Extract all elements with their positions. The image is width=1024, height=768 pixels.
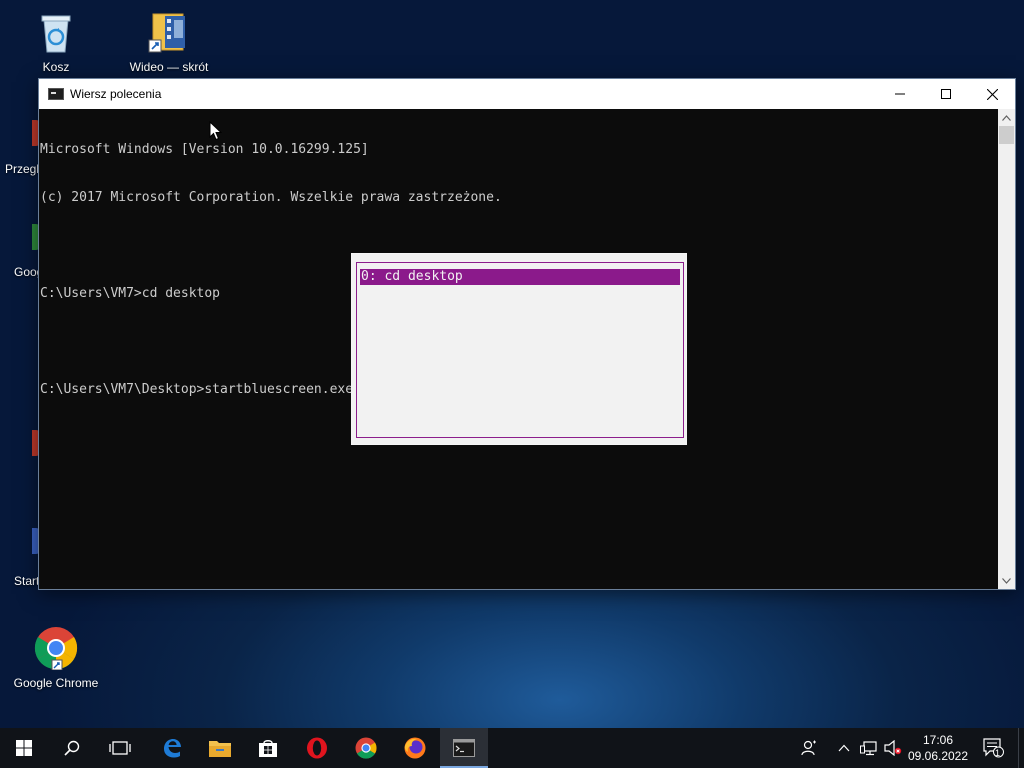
chevron-up-icon [1002,114,1011,121]
task-view-icon [109,741,131,755]
taskbar-firefox[interactable] [391,728,439,768]
desktop-icon-chrome[interactable]: Google Chrome [11,626,101,690]
chevron-down-icon [1002,577,1011,584]
scroll-thumb[interactable] [999,126,1014,144]
taskbar-chrome[interactable] [342,728,390,768]
show-desktop-button[interactable] [1018,728,1024,768]
command-history-popup[interactable]: 0: cd desktop [351,253,687,445]
taskbar-store[interactable] [244,728,292,768]
maximize-icon [941,89,951,99]
video-folder-shortcut-icon [147,10,191,54]
firefox-icon [404,737,426,759]
search-icon [64,740,80,756]
edge-icon [164,739,181,758]
people-icon [801,740,816,756]
partial-desktop-label: Przegl [5,162,40,176]
system-clock[interactable]: 17:06 09.06.2022 [904,732,972,764]
history-list-frame: 0: cd desktop [356,262,684,438]
desktop-icon-recycle-bin[interactable]: Kosz [11,10,101,74]
store-icon [259,740,277,757]
desktop-icon-video-shortcut[interactable]: Wideo — skrót [124,10,214,74]
chevron-up-icon [838,744,850,752]
volume-button[interactable] [882,728,904,768]
clock-date: 09.06.2022 [907,749,969,763]
desktop-icon-label: Wideo — skrót [129,60,209,74]
action-center-button[interactable]: 1 [980,728,1008,768]
start-icon [16,740,32,756]
mouse-cursor-icon [209,121,223,141]
window-title: Wiersz polecenia [70,87,162,101]
vertical-scrollbar[interactable] [998,109,1015,589]
people-button[interactable] [796,728,822,768]
scroll-down-button[interactable] [998,572,1015,589]
opera-icon [307,737,327,759]
search-button[interactable] [48,728,96,768]
title-bar[interactable]: Wiersz polecenia [39,79,1015,109]
close-icon [986,88,998,100]
scroll-up-button[interactable] [998,109,1015,126]
console-line: (c) 2017 Microsoft Corporation. Wszelkie… [40,190,502,205]
command-prompt-icon [453,739,475,757]
taskbar-edge[interactable] [148,728,196,768]
show-hidden-icons-button[interactable] [834,728,854,768]
maximize-button[interactable] [923,79,969,109]
network-icon [860,741,877,756]
start-button[interactable] [0,728,48,768]
partial-desktop-label: Start [14,574,40,588]
command-prompt-window[interactable]: Wiersz polecenia Microsoft Windows [Vers… [38,78,1016,590]
minimize-icon [895,93,905,95]
chrome-icon [355,737,377,759]
taskbar: 17:06 09.06.2022 1 [0,728,1024,768]
desktop-icon-label: Kosz [42,60,70,74]
console-line: Microsoft Windows [Version 10.0.16299.12… [40,142,369,157]
recycle-bin-icon [34,10,78,54]
task-view-button[interactable] [96,728,144,768]
action-center-icon [983,738,1004,758]
volume-muted-icon [884,740,902,756]
desktop-icon-label: Google Chrome [13,676,99,690]
close-button[interactable] [969,79,1015,109]
taskbar-opera[interactable] [293,728,341,768]
clock-time: 17:06 [922,733,954,747]
notification-count-badge: 1 [995,748,1001,758]
history-item-selected[interactable]: 0: cd desktop [360,269,680,285]
taskbar-file-explorer[interactable] [196,728,244,768]
command-prompt-icon [48,88,64,100]
file-explorer-icon [209,741,231,757]
minimize-button[interactable] [877,79,923,109]
network-button[interactable] [858,728,880,768]
chrome-icon [34,626,78,671]
taskbar-command-prompt[interactable] [440,728,488,768]
